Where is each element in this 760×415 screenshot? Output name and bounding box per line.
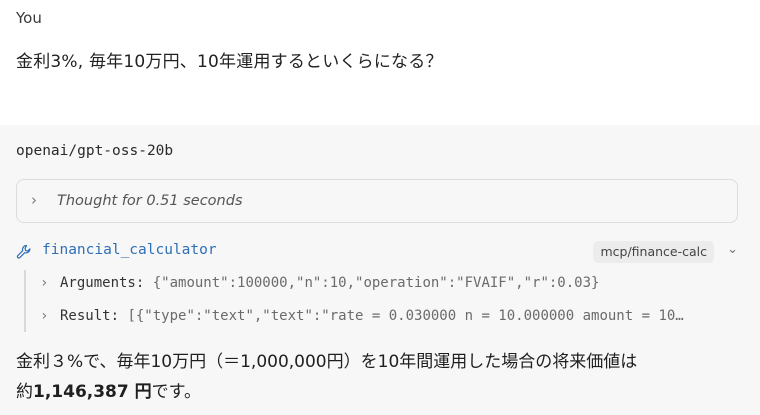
answer-amount: 1,146,387 円 xyxy=(33,382,152,402)
answer-line-1: 金利３%で、毎年10万円（＝1,000,000円）を10年間運用した場合の将来価… xyxy=(16,352,638,372)
user-message-text: 金利3%, 毎年10万円、10年運用するといくらになる？ xyxy=(16,52,443,72)
arguments-row[interactable]: › Arguments: {"amount":100000,"n":10,"ope… xyxy=(40,275,740,297)
chevron-down-icon[interactable]: ⌄ xyxy=(727,242,738,257)
answer-line-2: 約1,146,387 円です。 xyxy=(16,377,736,407)
assistant-answer: 金利３%で、毎年10万円（＝1,000,000円）を10年間運用した場合の将来価… xyxy=(16,347,736,407)
wrench-icon xyxy=(16,244,31,259)
thought-label: Thought for 0.51 seconds xyxy=(57,193,243,209)
answer-suffix: です。 xyxy=(151,382,201,402)
arguments-label: Arguments: xyxy=(60,275,145,291)
chevron-right-icon: › xyxy=(40,308,49,324)
user-message-block: You 金利3%, 毎年10万円、10年運用するといくらになる？ xyxy=(0,0,760,125)
result-label: Result: xyxy=(60,308,120,324)
chevron-right-icon: › xyxy=(31,191,37,209)
tool-call-header[interactable]: financial_calculator mcp/finance-calc ⌄ xyxy=(16,241,738,263)
thought-toggle[interactable]: › Thought for 0.51 seconds xyxy=(16,179,738,223)
arguments-value: {"amount":100000,"n":10,"operation":"FVA… xyxy=(144,275,600,291)
result-row[interactable]: › Result: [{"type":"text","text":"rate = … xyxy=(40,308,740,330)
assistant-message-block: openai/gpt-oss-20b › Thought for 0.51 se… xyxy=(0,125,760,415)
model-name-label: openai/gpt-oss-20b xyxy=(16,143,174,159)
tool-call-details: › Arguments: {"amount":100000,"n":10,"ope… xyxy=(24,270,740,332)
tool-name: financial_calculator xyxy=(42,242,217,258)
chevron-right-icon: › xyxy=(40,275,49,291)
mcp-badge: mcp/finance-calc xyxy=(593,241,714,263)
user-name-label: You xyxy=(16,9,42,27)
result-value: [{"type":"text","text":"rate = 0.030000 … xyxy=(119,308,684,324)
answer-prefix: 約 xyxy=(16,382,33,402)
